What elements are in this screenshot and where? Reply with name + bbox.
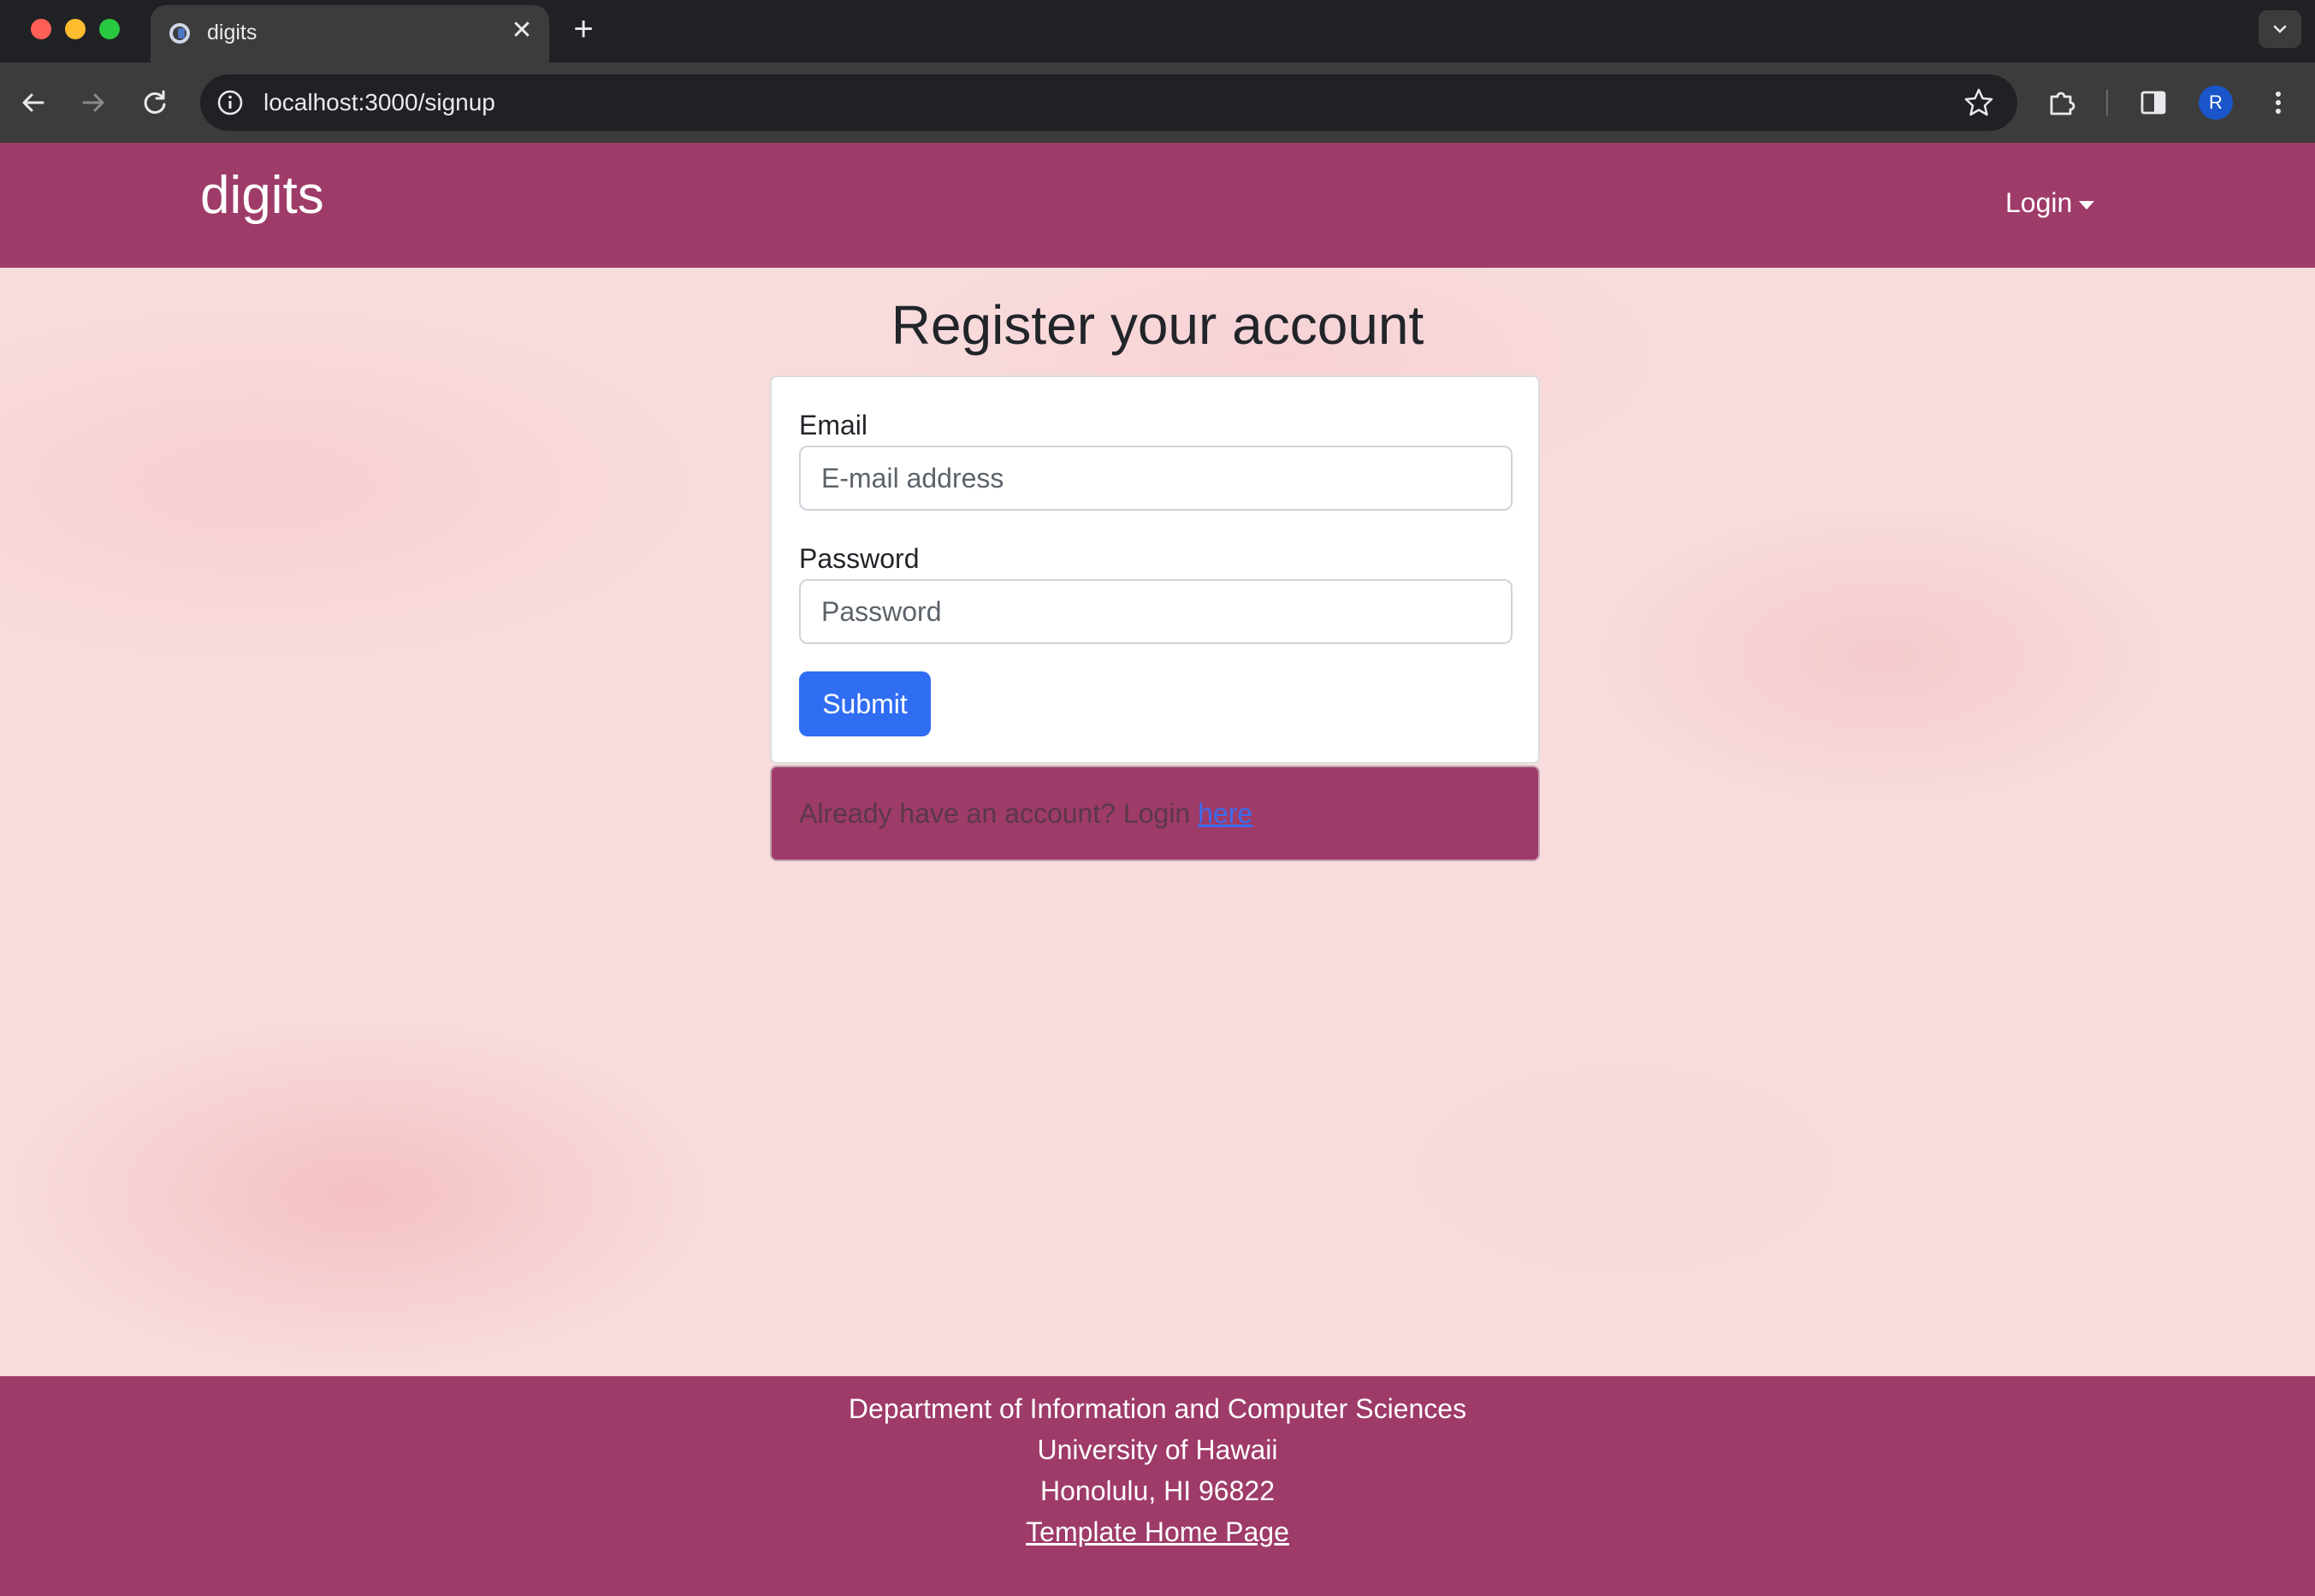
brand-logo-link[interactable]: digits <box>200 165 324 226</box>
profile-avatar[interactable]: R <box>2199 86 2233 120</box>
favicon-icon <box>169 23 190 44</box>
tab-close-icon[interactable]: ✕ <box>508 17 536 44</box>
bookmark-star-icon[interactable] <box>1963 86 1995 119</box>
chevron-down-icon <box>2273 25 2287 33</box>
site-navbar: digits Login <box>0 143 2315 268</box>
login-dropdown[interactable]: Login <box>2005 187 2095 219</box>
site-info-icon[interactable] <box>216 88 245 117</box>
reload-icon <box>144 90 166 114</box>
login-dropdown-label: Login <box>2005 187 2073 218</box>
browser-tab-active[interactable]: digits ✕ <box>151 5 549 62</box>
submit-button[interactable]: Submit <box>799 671 931 736</box>
caret-down-icon <box>2079 200 2095 210</box>
password-input[interactable] <box>799 579 1513 644</box>
email-input[interactable] <box>799 446 1513 511</box>
login-prompt-label: Already have an account? Login <box>799 798 1199 829</box>
login-here-link[interactable]: here <box>1198 798 1252 829</box>
email-label: Email <box>799 410 868 440</box>
signup-form-card: Email Password Submit <box>770 375 1540 764</box>
page-title: Register your account <box>891 294 1424 356</box>
window-minimize-button[interactable] <box>65 19 86 39</box>
tab-search-button[interactable] <box>2259 10 2301 48</box>
toolbar-divider <box>2106 90 2108 115</box>
url-text[interactable]: localhost:3000/signup <box>263 89 495 116</box>
page-content: digits Login Register your account Email… <box>0 143 2315 1596</box>
window-close-button[interactable] <box>31 19 51 39</box>
address-bar[interactable]: localhost:3000/signup <box>200 74 2017 131</box>
window-maximize-button[interactable] <box>99 19 120 39</box>
password-label: Password <box>799 543 920 574</box>
extensions-icon[interactable] <box>2045 85 2081 121</box>
arrow-right-icon <box>82 93 104 112</box>
footer-department: Department of Information and Computer S… <box>848 1393 1467 1424</box>
template-home-link[interactable]: Template Home Page <box>1026 1516 1289 1547</box>
browser-toolbar: localhost:3000/signup R <box>0 62 2315 143</box>
footer-university: University of Hawaii <box>1037 1434 1278 1465</box>
arrow-left-icon <box>22 93 44 112</box>
tab-title: digits <box>207 21 258 44</box>
more-options-icon[interactable] <box>2260 85 2296 121</box>
browser-tab-bar: digits ✕ + <box>0 0 2315 62</box>
login-prompt-message: Already have an account? Login here <box>770 765 1540 861</box>
login-prompt-text: Already have an account? Login here <box>799 798 1252 830</box>
forward-button[interactable] <box>75 85 111 121</box>
back-button[interactable] <box>15 85 51 121</box>
side-panel-icon[interactable] <box>2135 85 2171 121</box>
footer-address: Honolulu, HI 96822 <box>1040 1475 1275 1506</box>
new-tab-button[interactable]: + <box>566 12 601 46</box>
site-footer: Department of Information and Computer S… <box>0 1376 2315 1596</box>
reload-button[interactable] <box>137 85 173 121</box>
